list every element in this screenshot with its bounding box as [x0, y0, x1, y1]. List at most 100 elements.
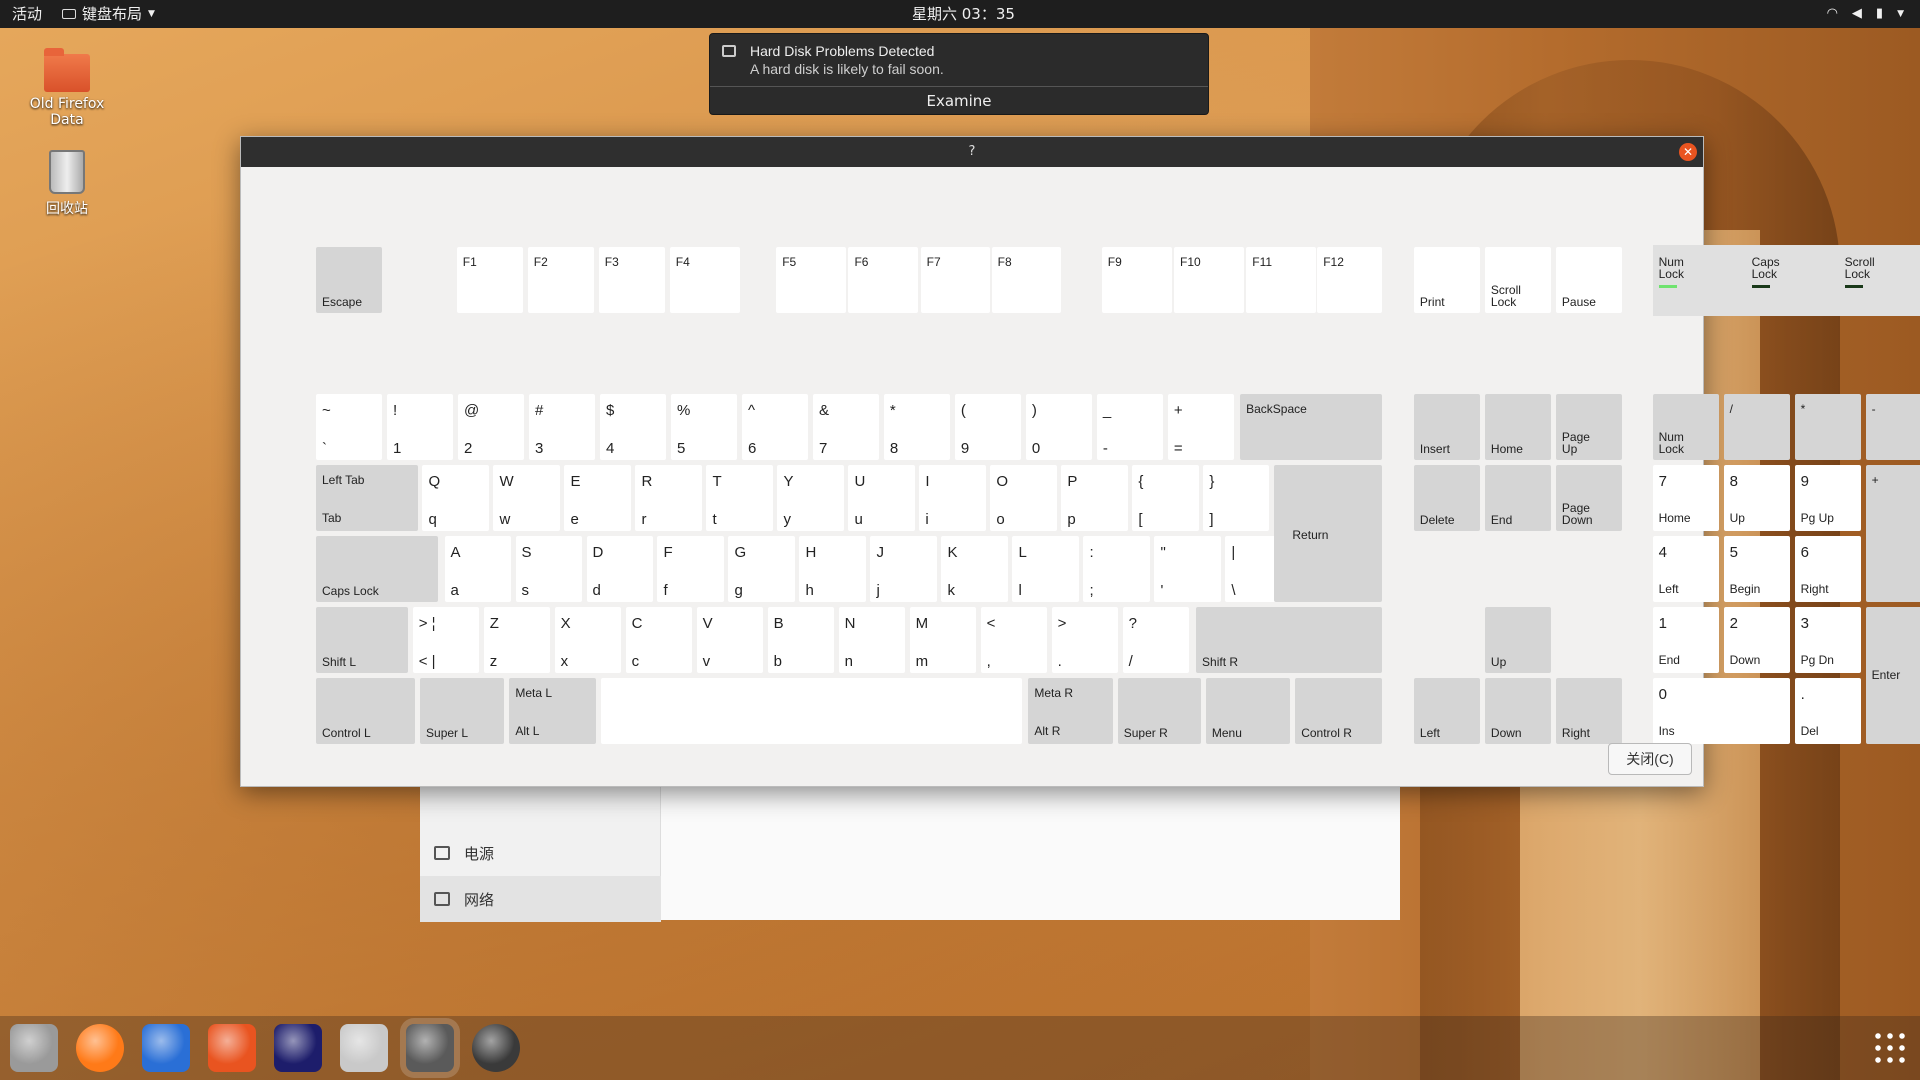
key-g-g[interactable]: Gg	[728, 535, 795, 602]
show-applications-icon[interactable]	[1872, 1030, 1906, 1064]
activities-button[interactable]: 活动	[12, 5, 42, 23]
key-return[interactable]: Return	[1274, 464, 1383, 602]
key-1-end[interactable]: 1 End	[1652, 606, 1719, 673]
key-caps-lock[interactable]: Caps Lock	[316, 535, 439, 602]
sidebar-item-power[interactable]: 电源	[420, 830, 661, 876]
key-space[interactable]: " '	[1154, 535, 1221, 602]
key-s-s[interactable]: Ss	[515, 535, 582, 602]
software-center-icon[interactable]	[208, 1024, 256, 1072]
key-d-d[interactable]: Dd	[586, 535, 653, 602]
key-space[interactable]: ~ `	[316, 393, 383, 460]
settings-tools-icon[interactable]	[340, 1024, 388, 1072]
key-1[interactable]: ! 1	[386, 393, 454, 460]
key-q-q[interactable]: Qq	[422, 464, 489, 531]
key-3-pg-dn[interactable]: 3 Pg Dn	[1794, 606, 1861, 673]
key-2[interactable]: @2	[457, 393, 525, 460]
key-space[interactable]: + =	[1167, 393, 1234, 460]
key-k-k[interactable]: Kk	[941, 535, 1008, 602]
key-v-v[interactable]: Vv	[696, 606, 763, 673]
keyboard-icon[interactable]	[406, 1024, 454, 1072]
key-f1[interactable]: F1	[456, 247, 523, 314]
key-up[interactable]: Up	[1484, 606, 1551, 673]
key-f10[interactable]: F10	[1174, 247, 1244, 314]
key-5-begin[interactable]: 5 Begin	[1723, 535, 1790, 602]
key-control-r[interactable]: Control R	[1295, 677, 1383, 744]
clock[interactable]: 星期六 03：35	[912, 5, 1015, 23]
key-h-h[interactable]: Hh	[799, 535, 866, 602]
key-delete[interactable]: Delete	[1413, 464, 1481, 531]
key-f11[interactable]: F11	[1246, 247, 1316, 314]
sidebar-item-network[interactable]: 网络	[420, 876, 661, 922]
key-3[interactable]: #3	[528, 393, 596, 460]
key-b-b[interactable]: Bb	[767, 606, 834, 673]
key-j-j[interactable]: Jj	[870, 535, 937, 602]
key-control-l[interactable]: Control L	[316, 677, 416, 744]
key-f7[interactable]: F7	[920, 247, 991, 314]
key-4-left[interactable]: 4 Left	[1652, 535, 1719, 602]
key-7[interactable]: & 7	[812, 393, 880, 460]
key-page-down[interactable]: Page Down	[1555, 464, 1622, 531]
key-f12[interactable]: F12	[1317, 247, 1383, 314]
key-f9[interactable]: F9	[1101, 247, 1172, 314]
keyboard-layout-menu[interactable]: 键盘布局 ▼	[62, 5, 155, 23]
key-f5[interactable]: F5	[776, 247, 846, 314]
key-o-o[interactable]: Oo	[990, 464, 1057, 531]
desktop-icon-trash[interactable]: 回收站	[12, 150, 122, 218]
key-f2[interactable]: F2	[527, 247, 594, 314]
updater-icon[interactable]	[472, 1024, 520, 1072]
key-end[interactable]: End	[1484, 464, 1551, 531]
desktop-icon-old-firefox-data[interactable]: Old Firefox Data	[12, 48, 122, 128]
key-pause[interactable]: Pause	[1555, 247, 1622, 314]
files-icon[interactable]	[10, 1024, 58, 1072]
key-f-f[interactable]: Ff	[657, 535, 724, 602]
key-num-lock[interactable]: Num Lock	[1652, 393, 1719, 460]
close-button[interactable]: 关闭(C)	[1608, 743, 1692, 775]
key-2-down[interactable]: 2 Down	[1723, 606, 1790, 673]
key-space[interactable]: >.	[1051, 606, 1118, 673]
key-6[interactable]: ^ 6	[741, 393, 809, 460]
key-escape[interactable]: Escape	[316, 247, 383, 314]
key-space[interactable]: /	[1723, 393, 1790, 460]
key-w-w[interactable]: Ww	[493, 464, 560, 531]
close-icon[interactable]: ✕	[1679, 143, 1697, 161]
key-space[interactable]: ? /	[1122, 606, 1189, 673]
key-space[interactable]: {[	[1132, 464, 1199, 531]
key-print[interactable]: Print	[1413, 247, 1481, 314]
key-0[interactable]: ) 0	[1025, 393, 1092, 460]
key-meta-l-alt-l[interactable]: Meta L Alt L	[509, 677, 597, 744]
key-insert[interactable]: Insert	[1413, 393, 1481, 460]
key-i-i[interactable]: Ii	[919, 464, 986, 531]
key-5[interactable]: % 5	[670, 393, 738, 460]
key-shift-r[interactable]: Shift R	[1196, 606, 1383, 673]
key-8[interactable]: * 8	[883, 393, 951, 460]
key-6-right[interactable]: 6 Right	[1794, 535, 1861, 602]
key-backspace[interactable]: BackSpace	[1240, 393, 1383, 460]
key-0-ins[interactable]: 0 Ins	[1652, 677, 1790, 744]
system-tray[interactable]: ◠ ◀ ▮ ▼	[1827, 5, 1904, 23]
key-a-a[interactable]: Aa	[444, 535, 511, 602]
key-space[interactable]: > ¦ < |	[412, 606, 479, 673]
key-space[interactable]: +	[1865, 464, 1920, 602]
key-space[interactable]: :;	[1083, 535, 1150, 602]
key-m-m[interactable]: Mm	[909, 606, 976, 673]
key-left-tab-tab[interactable]: Left Tab Tab	[316, 464, 418, 531]
key-space[interactable]: <,	[980, 606, 1047, 673]
key-space[interactable]: }]	[1203, 464, 1270, 531]
key-n-n[interactable]: Nn	[838, 606, 905, 673]
key-c-c[interactable]: Cc	[625, 606, 692, 673]
key-e-e[interactable]: Ee	[564, 464, 631, 531]
key-p-p[interactable]: Pp	[1061, 464, 1128, 531]
writer-icon[interactable]	[142, 1024, 190, 1072]
key-7-home[interactable]: 7 Home	[1652, 464, 1719, 531]
key-meta-r-alt-r[interactable]: Meta R Alt R	[1028, 677, 1113, 744]
intellij-icon[interactable]	[274, 1024, 322, 1072]
key-super-r[interactable]: Super R	[1117, 677, 1201, 744]
key-9[interactable]: (9	[954, 393, 1022, 460]
key-shift-l[interactable]: Shift L	[316, 606, 408, 673]
key-8-up[interactable]: 8 Up	[1723, 464, 1790, 531]
key-space[interactable]: *	[1794, 393, 1861, 460]
key-scroll-lock[interactable]: Scroll Lock	[1484, 247, 1551, 314]
key-x-x[interactable]: Xx	[554, 606, 621, 673]
key-f6[interactable]: F6	[848, 247, 919, 314]
key-down[interactable]: Down	[1484, 677, 1551, 744]
